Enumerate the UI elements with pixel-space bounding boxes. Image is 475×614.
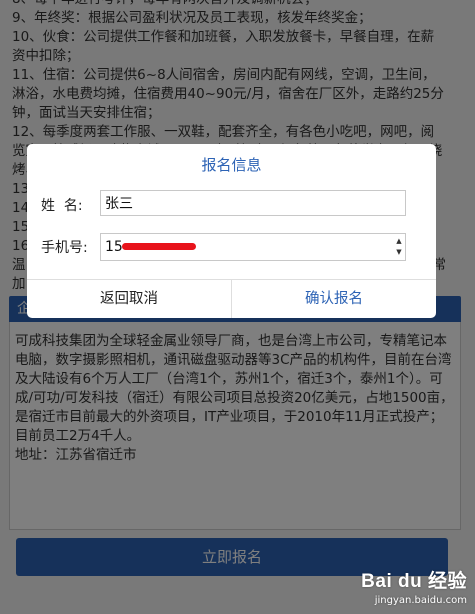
baidu-jingyan-watermark: Bai du 经验 jingyan.baidu.com bbox=[361, 566, 467, 606]
spinner-down-icon[interactable]: ▼ bbox=[394, 247, 404, 258]
watermark-url: jingyan.baidu.com bbox=[374, 595, 467, 606]
confirm-signup-button[interactable]: 确认报名 bbox=[232, 280, 436, 318]
redaction-mark bbox=[122, 243, 196, 250]
phone-field-wrapper: 15 ▲ ▼ bbox=[100, 233, 406, 261]
number-spinner[interactable]: ▲ ▼ bbox=[394, 236, 404, 258]
signup-dialog: 报名信息 姓 名: 手机号: 15 ▲ ▼ 返回取消 确认报名 bbox=[27, 144, 436, 318]
dialog-button-row: 返回取消 确认报名 bbox=[27, 279, 436, 318]
phone-label: 手机号: bbox=[41, 240, 88, 256]
name-label: 姓 名: bbox=[41, 198, 83, 214]
dialog-title: 报名信息 bbox=[201, 156, 262, 174]
spinner-up-icon[interactable]: ▲ bbox=[394, 236, 404, 247]
cancel-button[interactable]: 返回取消 bbox=[27, 280, 232, 318]
watermark-logo: Bai du 经验 bbox=[361, 571, 467, 592]
name-input[interactable] bbox=[100, 190, 406, 216]
